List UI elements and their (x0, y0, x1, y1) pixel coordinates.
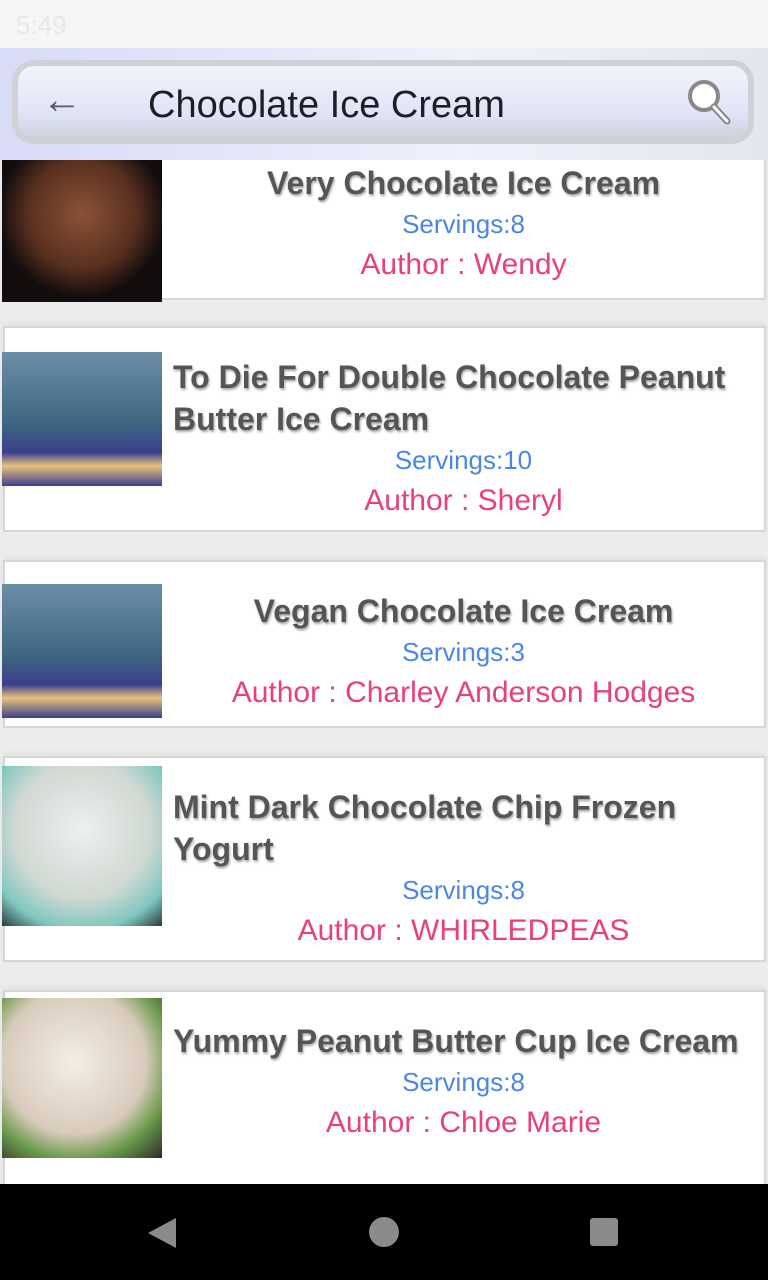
recipe-title: Mint Dark Chocolate Chip Frozen Yogurt (173, 789, 677, 867)
search-bar[interactable]: ← Chocolate Ice Cream (12, 60, 754, 144)
recipe-servings: Servings:8 (402, 1067, 525, 1097)
recipe-author: Author : Chloe Marie (325, 1106, 602, 1139)
recipe-card[interactable]: Mint Dark Chocolate Chip Frozen Yogurt Se… (2, 756, 766, 962)
recipe-card[interactable]: Vegan Chocolate Ice Cream Servings:3 Autho… (2, 560, 766, 728)
recipe-title: To Die For Double Chocolate Peanut Butte… (173, 359, 726, 437)
search-header: ← Chocolate Ice Cream (0, 48, 768, 160)
recipe-servings: Servings:3 (402, 637, 525, 667)
back-nav-icon[interactable] (146, 1216, 178, 1250)
back-arrow-icon[interactable]: ← (42, 78, 82, 123)
recipe-image (2, 352, 162, 486)
recipe-servings: Servings:10 (394, 445, 533, 475)
navigation-bar (0, 1184, 768, 1280)
search-icon[interactable] (684, 76, 732, 126)
recipe-card[interactable]: Very Chocolate Ice Cream Servings:8 Author… (2, 140, 766, 302)
recipe-author: Author : Sheryl (364, 484, 563, 517)
recipe-image (2, 584, 162, 718)
recipe-author: Author : WHIRLEDPEAS (297, 914, 630, 947)
recipe-title: Yummy Peanut Butter Cup Ice Cream (173, 1023, 739, 1059)
recipe-card[interactable]: Yummy Peanut Butter Cup Ice Cream Serving… (2, 990, 766, 1200)
recipe-title: Very Chocolate Ice Cream (266, 165, 661, 201)
recipe-servings: Servings:8 (402, 875, 525, 905)
recipe-card[interactable]: To Die For Double Chocolate Peanut Butte… (2, 326, 766, 532)
recipe-author: Author : Wendy (360, 248, 567, 281)
status-bar: 5:49 (0, 0, 768, 48)
status-time: 5:49 (16, 10, 67, 40)
recipe-title: Vegan Chocolate Ice Cream (253, 593, 674, 629)
recipe-author: Author : Charley Anderson Hodges (231, 676, 696, 709)
recipe-image (2, 142, 162, 302)
recents-nav-icon[interactable] (588, 1216, 620, 1248)
home-nav-icon[interactable] (368, 1216, 400, 1248)
search-query[interactable]: Chocolate Ice Cream (148, 84, 505, 127)
recipe-image (2, 998, 162, 1158)
recipe-image (2, 766, 162, 926)
recipe-servings: Servings:8 (402, 209, 525, 239)
